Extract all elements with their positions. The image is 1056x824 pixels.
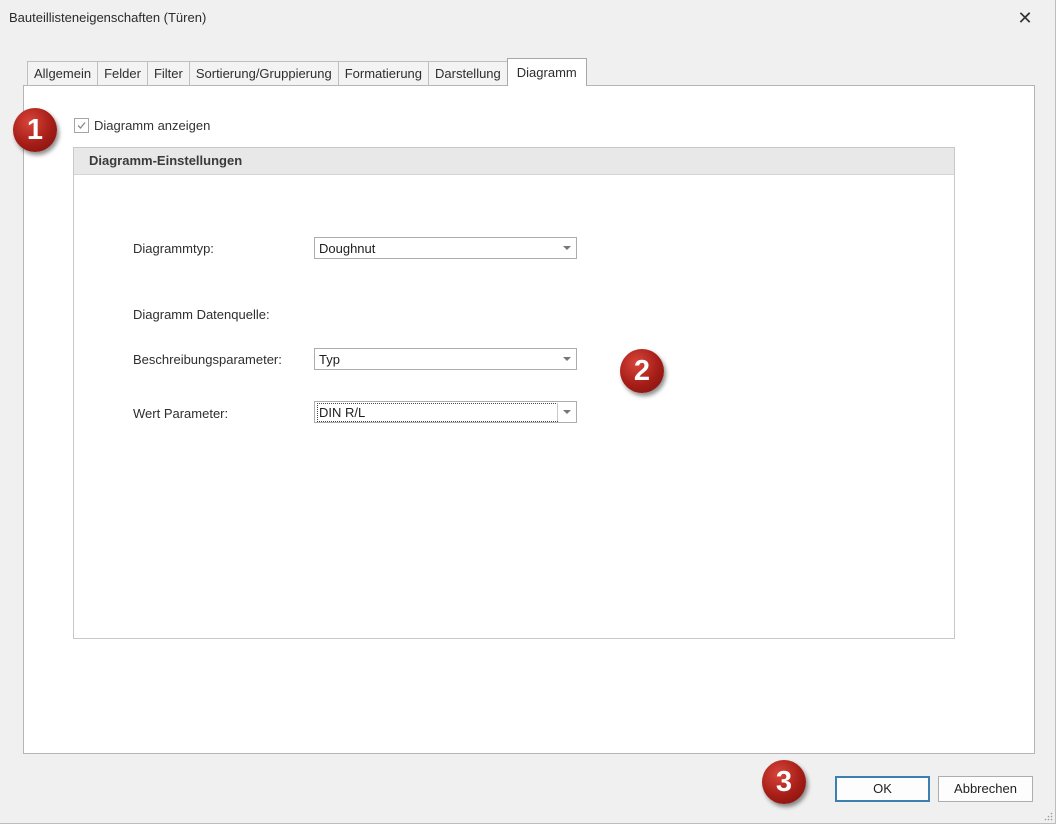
value-param-select[interactable]: DIN R/L — [314, 401, 577, 423]
tab-bar: Allgemein Felder Filter Sortierung/Grupp… — [27, 58, 587, 86]
desc-param-label: Beschreibungsparameter: — [133, 352, 282, 367]
ok-button[interactable]: OK — [835, 776, 930, 802]
chevron-down-icon — [563, 357, 571, 361]
cancel-button[interactable]: Abbrechen — [938, 776, 1033, 802]
diagram-type-select[interactable]: Doughnut — [314, 237, 577, 259]
value-param-value: DIN R/L — [317, 403, 558, 422]
tab-filter[interactable]: Filter — [146, 61, 190, 86]
resize-grip-icon[interactable] — [1043, 811, 1053, 821]
tab-sortierung[interactable]: Sortierung/Gruppierung — [188, 61, 339, 86]
tab-formatierung[interactable]: Formatierung — [337, 61, 430, 86]
desc-param-select[interactable]: Typ — [314, 348, 577, 370]
show-diagram-label: Diagramm anzeigen — [94, 118, 211, 133]
combo-separator — [557, 403, 558, 421]
show-diagram-checkbox[interactable] — [74, 118, 89, 133]
tab-diagramm[interactable]: Diagramm — [506, 58, 587, 86]
desc-param-value: Typ — [319, 352, 340, 367]
show-diagram-checkbox-row[interactable]: Diagramm anzeigen — [74, 118, 210, 133]
dialog-window: Bauteillisteneigenschaften (Türen) ✕ All… — [0, 0, 1056, 824]
diagram-settings-group: Diagramm-Einstellungen Diagrammtyp: Doug… — [73, 147, 955, 639]
step-badge-2: 2 — [620, 349, 664, 393]
tab-allgemein[interactable]: Allgemein — [27, 61, 99, 86]
close-icon: ✕ — [1017, 8, 1033, 28]
chevron-down-icon — [563, 246, 571, 250]
step-badge-1: 1 — [13, 108, 57, 152]
dialog-title: Bauteillisteneigenschaften (Türen) — [9, 10, 207, 25]
tab-darstellung[interactable]: Darstellung — [428, 61, 508, 86]
step-badge-3: 3 — [762, 760, 806, 804]
tab-felder[interactable]: Felder — [97, 61, 148, 86]
group-header: Diagramm-Einstellungen — [74, 148, 954, 175]
datasource-label: Diagramm Datenquelle: — [133, 307, 270, 322]
diagram-type-label: Diagrammtyp: — [133, 241, 214, 256]
checkmark-icon — [77, 122, 86, 129]
chevron-down-icon — [563, 410, 571, 414]
diagram-type-value: Doughnut — [319, 241, 376, 256]
tab-panel-diagramm: Diagramm anzeigen Diagramm-Einstellungen… — [23, 85, 1035, 754]
value-param-label: Wert Parameter: — [133, 406, 229, 421]
close-button[interactable]: ✕ — [1013, 6, 1037, 30]
